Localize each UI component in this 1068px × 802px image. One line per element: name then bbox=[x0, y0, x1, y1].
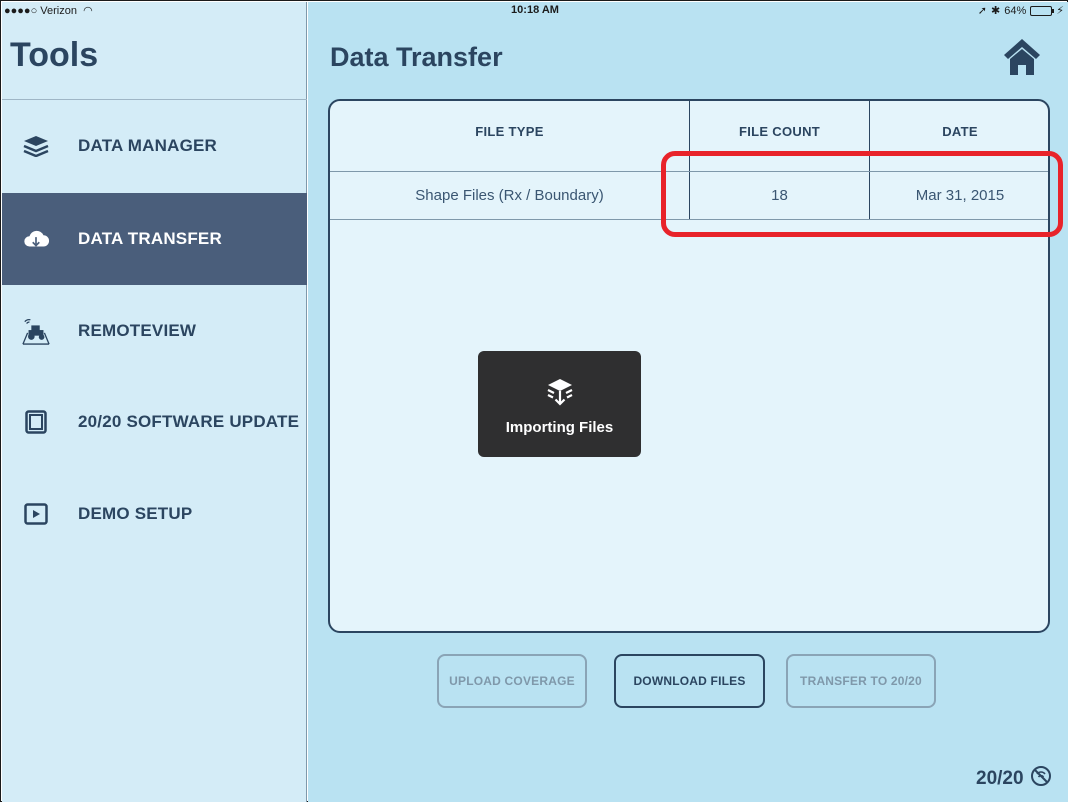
upload-coverage-button[interactable]: UPLOAD COVERAGE bbox=[437, 654, 587, 708]
screen-frame: Tools DATA MANAGER DATA TRANSFER REMOTEV… bbox=[0, 0, 1068, 802]
row-divider bbox=[330, 219, 1048, 220]
import-layers-icon bbox=[545, 377, 575, 407]
sidebar-item-demo-setup[interactable]: DEMO SETUP bbox=[2, 468, 307, 560]
toast-label: Importing Files bbox=[505, 418, 614, 436]
cell-date: Mar 31, 2015 bbox=[915, 186, 1005, 204]
status-right: ➚ ✱ 64% ⚡ bbox=[977, 4, 1064, 18]
home-icon bbox=[1000, 39, 1044, 83]
sidebar-item-label: DATA MANAGER bbox=[78, 136, 218, 155]
column-header-file-type: FILE TYPE bbox=[475, 123, 544, 139]
cell-file-type: Shape Files (Rx / Boundary) bbox=[415, 186, 604, 204]
page-title: Data Transfer bbox=[330, 42, 503, 72]
status-time: 10:18 AM bbox=[511, 4, 559, 16]
home-button[interactable] bbox=[1000, 35, 1044, 79]
sidebar-item-software-update[interactable]: 20/20 SOFTWARE UPDATE bbox=[2, 376, 307, 468]
battery-percent: 64% bbox=[1004, 4, 1027, 17]
download-files-button[interactable]: DOWNLOAD FILES bbox=[614, 654, 765, 708]
sidebar-item-data-transfer[interactable]: DATA TRANSFER bbox=[2, 193, 307, 285]
status-bar: ●●●●○ Verizon ◠ 10:18 AM ➚ ✱ 64% ⚡ bbox=[2, 2, 1068, 20]
bluetooth-icon: ✱ bbox=[991, 5, 1001, 17]
battery-icon bbox=[1030, 5, 1055, 16]
sidebar: Tools DATA MANAGER DATA TRANSFER REMOTEV… bbox=[2, 2, 307, 802]
layers-icon bbox=[22, 132, 50, 160]
cloud-download-icon bbox=[22, 225, 50, 253]
column-header-file-count: FILE COUNT bbox=[739, 123, 820, 139]
file-table-panel: FILE TYPE FILE COUNT DATE Shape Files (R… bbox=[328, 99, 1050, 633]
sidebar-item-label: 20/20 SOFTWARE UPDATE bbox=[78, 412, 300, 431]
display-icon bbox=[22, 408, 50, 436]
charging-icon: ⚡ bbox=[1056, 5, 1064, 17]
play-icon bbox=[22, 500, 50, 528]
importing-toast: Importing Files bbox=[478, 351, 641, 457]
version-label: 20/20 bbox=[976, 768, 1024, 789]
tractor-icon bbox=[22, 317, 50, 345]
sidebar-item-remoteview[interactable]: REMOTEVIEW bbox=[2, 285, 307, 377]
sidebar-item-label: DATA TRANSFER bbox=[78, 229, 222, 248]
main-content: Data Transfer FILE TYPE FILE COUNT DATE … bbox=[308, 2, 1068, 802]
sidebar-item-label: DEMO SETUP bbox=[78, 504, 193, 523]
sidebar-title: Tools bbox=[10, 36, 99, 74]
column-header-date: DATE bbox=[942, 123, 978, 139]
sidebar-item-data-manager[interactable]: DATA MANAGER bbox=[2, 100, 307, 192]
transfer-button[interactable]: TRANSFER TO 20/20 bbox=[786, 654, 936, 708]
version-indicator: 20/20 bbox=[976, 765, 1052, 793]
cell-file-count: 18 bbox=[771, 186, 788, 204]
sidebar-item-label: REMOTEVIEW bbox=[78, 321, 197, 340]
no-connection-icon bbox=[1030, 765, 1052, 793]
location-icon: ➚ bbox=[977, 5, 988, 17]
